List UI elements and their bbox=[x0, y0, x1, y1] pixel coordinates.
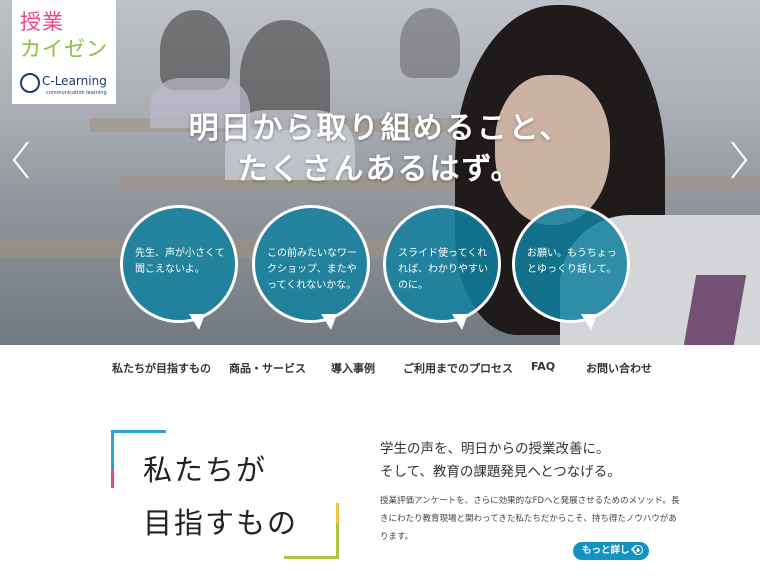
c-learning-logo-icon bbox=[20, 73, 40, 93]
slider-prev-button[interactable] bbox=[10, 140, 32, 180]
more-details-label: もっと詳しく bbox=[582, 545, 640, 556]
speech-bubble-tail bbox=[581, 314, 597, 330]
logo-brand: C-Learning bbox=[42, 74, 107, 88]
speech-bubble: この前みたいなワークショップ、またやってくれないかな。 bbox=[252, 205, 370, 330]
mission-body: 授業評価アンケートを、さらに効果的なFDへと発展させるためのメソッド。長きにわた… bbox=[380, 496, 680, 542]
nav-item-products[interactable]: 商品・サービス bbox=[229, 360, 306, 376]
nav-item-process[interactable]: ご利用までのプロセス bbox=[403, 360, 513, 376]
main-nav: 私たちが目指すもの 商品・サービス 導入事例 ご利用までのプロセス FAQ お問… bbox=[0, 345, 760, 389]
speech-bubble-text: スライド使ってくれれば、わかりやすいのに。 bbox=[398, 248, 488, 291]
slider-next-button[interactable] bbox=[728, 140, 750, 180]
site-logo[interactable]: 授業 カイゼン C-Learning communication learnin… bbox=[12, 0, 116, 104]
frame-accent bbox=[111, 430, 166, 433]
frame-accent bbox=[111, 470, 114, 488]
nav-item-contact[interactable]: お問い合わせ bbox=[586, 360, 652, 376]
logo-line2: カイゼン bbox=[20, 37, 108, 61]
hero-headline-line: たくさんあるはず。 bbox=[237, 152, 523, 187]
mission-lead: 学生の声を、明日からの授業改善に。 そして、教育の課題発見へとつなげる。 bbox=[380, 438, 621, 484]
nav-item-faq[interactable]: FAQ bbox=[531, 360, 555, 373]
speech-bubble-tail bbox=[189, 314, 205, 330]
frame-accent bbox=[336, 503, 339, 523]
hero-headline: 明日から取り組めること、 たくさんあるはず。 bbox=[0, 108, 760, 190]
speech-bubble-text: お願い。もうちょっとゆっくり話して。 bbox=[527, 248, 617, 275]
nav-item-case-studies[interactable]: 導入事例 bbox=[331, 360, 375, 376]
chevron-left-icon bbox=[12, 141, 29, 179]
mission-title-line: 私たちが bbox=[143, 453, 268, 487]
more-details-button[interactable]: もっと詳しく bbox=[573, 542, 649, 560]
logo-brand-sub: communication learning bbox=[46, 90, 107, 96]
plus-circle-icon bbox=[633, 545, 643, 555]
mission-lead-line: 学生の声を、明日からの授業改善に。 bbox=[380, 441, 610, 457]
mission-title: 私たちが 目指すもの bbox=[143, 444, 298, 550]
speech-bubble: お願い。もうちょっとゆっくり話して。 bbox=[512, 205, 630, 330]
hero-headline-line: 明日から取り組めること、 bbox=[188, 111, 572, 146]
speech-bubble-tail bbox=[452, 314, 468, 330]
speech-bubble-text: 先生、声が小さくて聞こえないよ。 bbox=[135, 248, 225, 275]
mission-lead-line: そして、教育の課題発見へとつなげる。 bbox=[380, 464, 621, 480]
frame-accent bbox=[284, 556, 339, 559]
logo-line1: 授業 bbox=[20, 10, 64, 34]
speech-bubble-tail bbox=[321, 314, 337, 330]
speech-bubble: 先生、声が小さくて聞こえないよ。 bbox=[120, 205, 238, 330]
mission-title-line: 目指すもの bbox=[143, 506, 299, 540]
speech-bubble-text: この前みたいなワークショップ、またやってくれないかな。 bbox=[267, 248, 357, 291]
chevron-right-icon bbox=[731, 141, 748, 179]
speech-bubble: スライド使ってくれれば、わかりやすいのに。 bbox=[383, 205, 501, 330]
nav-item-mission[interactable]: 私たちが目指すもの bbox=[112, 360, 211, 376]
